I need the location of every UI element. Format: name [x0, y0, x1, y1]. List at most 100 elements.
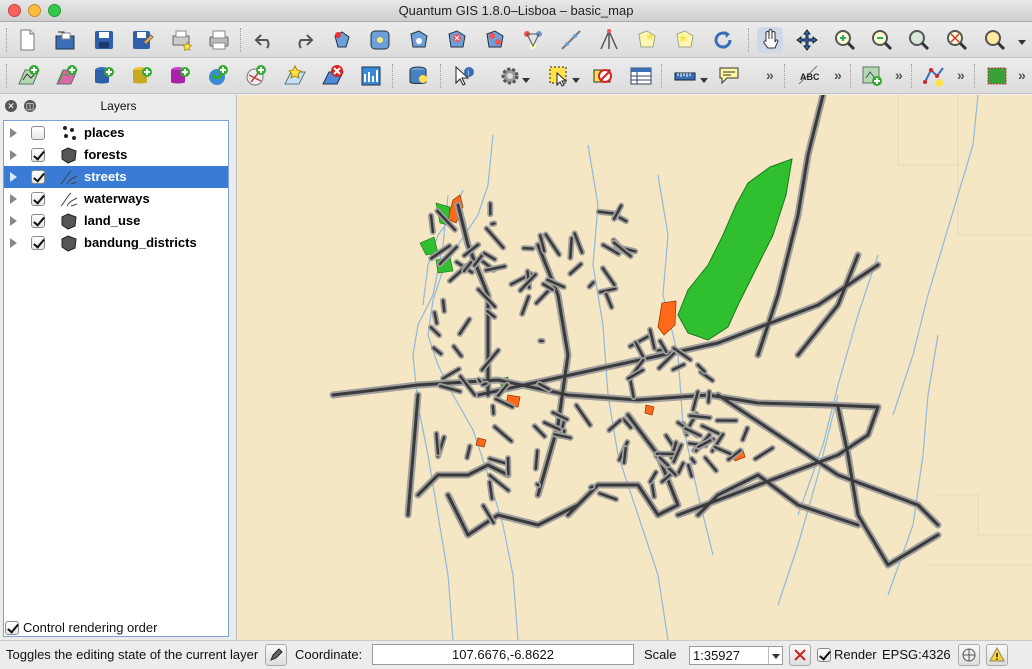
chevron-down-icon[interactable] [700, 78, 708, 83]
zoom-full-icon[interactable] [906, 27, 932, 53]
point-layer-icon [59, 124, 79, 142]
deselect-icon[interactable] [590, 63, 616, 89]
layer-row-bandung-districts[interactable]: bandung_districts [4, 232, 228, 254]
layer-name: land_use [84, 213, 141, 228]
expand-arrow-icon[interactable] [10, 150, 17, 160]
pan-icon[interactable] [757, 27, 783, 53]
paste-features-icon[interactable] [596, 27, 622, 53]
select-icon[interactable] [546, 63, 572, 89]
scale-dropdown[interactable] [768, 647, 782, 664]
database-icon[interactable] [405, 63, 431, 89]
chevron-down-icon[interactable] [522, 78, 530, 83]
pan-to-selection-icon[interactable] [794, 27, 820, 53]
cut-features-icon[interactable] [520, 27, 546, 53]
new-project-icon[interactable] [14, 27, 40, 53]
layer-row-waterways[interactable]: waterways [4, 188, 228, 210]
toolbar-grip[interactable] [6, 64, 8, 88]
expand-arrow-icon[interactable] [10, 194, 17, 204]
toolbar-overflow-chevron[interactable]: » [957, 67, 965, 83]
save-as-icon[interactable] [129, 27, 155, 53]
chevron-down-icon[interactable] [1018, 40, 1026, 45]
add-spatialite-layer-icon[interactable] [129, 63, 155, 89]
close-window-button[interactable] [8, 4, 21, 17]
zoom-in-icon[interactable] [832, 27, 858, 53]
layer-name: waterways [84, 191, 150, 206]
remove-layer-icon[interactable] [320, 63, 346, 89]
add-wfs-layer-icon[interactable] [243, 63, 269, 89]
layer-row-forests[interactable]: forests [4, 144, 228, 166]
add-feature-icon[interactable] [367, 27, 393, 53]
add-mssql-layer-icon[interactable] [167, 63, 193, 89]
copy-features-icon[interactable] [558, 27, 584, 53]
toolbar-overflow-chevron[interactable]: » [766, 67, 774, 83]
close-panel-icon[interactable]: ✕ [5, 100, 17, 112]
layer-row-places[interactable]: places [4, 122, 228, 144]
zoom-to-layer-icon[interactable] [944, 27, 970, 53]
layer-visibility-checkbox[interactable] [31, 214, 45, 228]
street-segment [481, 382, 488, 387]
zoom-to-selection-icon[interactable] [982, 27, 1008, 53]
raster-icon[interactable] [984, 63, 1010, 89]
open-project-icon[interactable] [52, 27, 78, 53]
add-raster-layer-icon[interactable] [54, 63, 80, 89]
crs-status[interactable]: EPSG:4326 [882, 647, 951, 662]
float-panel-icon[interactable]: ◫ [24, 100, 36, 112]
undo-icon[interactable] [252, 27, 278, 53]
node-tool-icon[interactable] [444, 27, 470, 53]
layer-visibility-checkbox[interactable] [31, 170, 45, 184]
capture-icon[interactable] [634, 27, 660, 53]
layer-visibility-checkbox[interactable] [31, 148, 45, 162]
scale-combobox[interactable]: 1:35927 [689, 646, 783, 665]
toolbar-overflow-chevron[interactable]: » [1018, 67, 1026, 83]
new-spatialite-layer-icon[interactable] [358, 63, 384, 89]
scale-value: 1:35927 [693, 648, 740, 663]
map-canvas[interactable] [238, 95, 1032, 640]
map-tips-icon[interactable] [716, 63, 742, 89]
stop-render-icon[interactable] [789, 644, 811, 666]
layer-visibility-checkbox[interactable] [31, 126, 45, 140]
delete-selected-icon[interactable] [482, 27, 508, 53]
georeferencer-icon[interactable] [859, 63, 885, 89]
new-print-composer-icon[interactable] [168, 27, 194, 53]
current-edits-icon[interactable] [329, 27, 355, 53]
move-feature-icon[interactable] [406, 27, 432, 53]
redo-icon[interactable] [290, 27, 316, 53]
layer-visibility-checkbox[interactable] [31, 192, 45, 206]
print-icon[interactable] [206, 27, 232, 53]
add-wms-layer-icon[interactable] [205, 63, 231, 89]
add-postgis-layer-icon[interactable] [91, 63, 117, 89]
toolbar-overflow-chevron[interactable]: » [834, 67, 842, 83]
layer-row-streets[interactable]: streets [4, 166, 228, 188]
expand-arrow-icon[interactable] [10, 216, 17, 226]
warning-icon[interactable] [986, 644, 1008, 666]
new-shapefile-layer-icon[interactable] [282, 63, 308, 89]
layer-row-land-use[interactable]: land_use [4, 210, 228, 232]
zoom-out-icon[interactable] [869, 27, 895, 53]
expand-arrow-icon[interactable] [10, 128, 17, 138]
labeling-icon[interactable]: ABC [796, 63, 822, 89]
refresh-icon[interactable] [710, 27, 736, 53]
control-rendering-order-checkbox[interactable] [5, 621, 19, 635]
coordinate-field[interactable]: 107.6676,-6.8622 [372, 644, 634, 665]
save-project-icon[interactable] [91, 27, 117, 53]
actions-icon[interactable] [497, 63, 523, 89]
add-vector-layer-icon[interactable] [16, 63, 42, 89]
expand-arrow-icon[interactable] [10, 238, 17, 248]
digitize-star-icon[interactable] [672, 27, 698, 53]
attribute-table-icon[interactable] [628, 63, 654, 89]
expand-arrow-icon[interactable] [10, 172, 17, 182]
chevron-down-icon[interactable] [572, 78, 580, 83]
crs-globe-icon[interactable] [958, 644, 980, 666]
toggle-editing-icon[interactable] [265, 644, 287, 666]
minimize-window-button[interactable] [28, 4, 41, 17]
render-checkbox[interactable] [817, 648, 831, 662]
layer-visibility-checkbox[interactable] [31, 236, 45, 250]
control-rendering-order[interactable]: Control rendering order [3, 618, 233, 638]
layers-toolbar: i » ABC » » » » [0, 58, 1032, 94]
digitize-icon[interactable] [921, 63, 947, 89]
toolbar-grip[interactable] [6, 28, 8, 52]
identify-icon[interactable]: i [451, 63, 477, 89]
toolbar-overflow-chevron[interactable]: » [895, 67, 903, 83]
zoom-window-button[interactable] [48, 4, 61, 17]
measure-icon[interactable] [672, 63, 698, 89]
